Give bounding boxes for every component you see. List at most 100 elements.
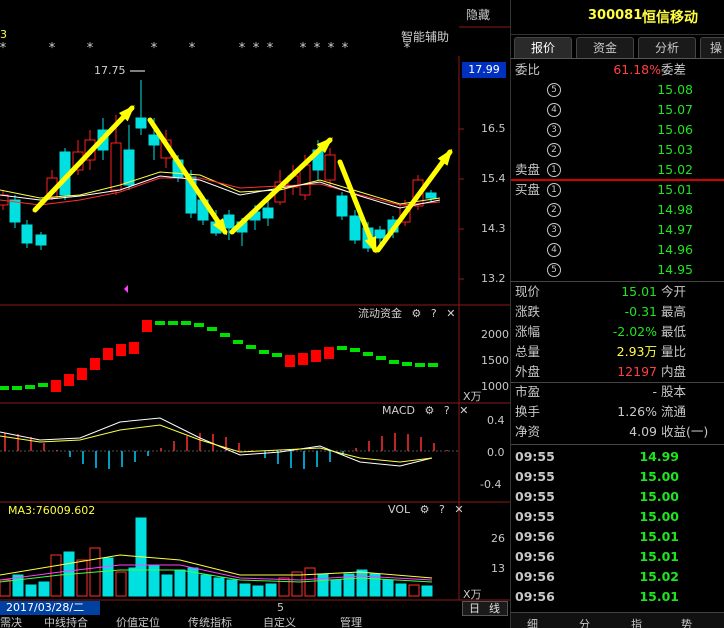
tab-detail[interactable]: 细 <box>527 616 538 628</box>
stat-row: 总量 2.93万 量比 <box>511 342 724 362</box>
candle-body <box>349 215 361 241</box>
buy-level-1-label: 买盘 <box>515 182 541 197</box>
fund-flow-bar <box>116 344 126 356</box>
volume-bar <box>0 579 11 597</box>
tab-quote[interactable]: 报价 <box>514 37 572 58</box>
divider <box>511 444 724 445</box>
fund-flow-header: 流动资金 ⚙ ? ✕ <box>358 305 455 321</box>
fund-flow-bar <box>246 345 256 349</box>
question-icon[interactable]: ? <box>431 307 437 320</box>
tab-traditional[interactable]: 传统指标 <box>188 617 244 628</box>
quote-tabs: 报价 资金 分析 操 <box>511 37 724 59</box>
tab-funds[interactable]: 资金 <box>576 37 634 58</box>
macd-header: MACD ⚙ ? ✕ <box>382 404 468 417</box>
candle-body <box>135 117 147 129</box>
buy-level-4[interactable]: 4 14.96 <box>511 240 724 260</box>
date-cursor-label: 2017/03/28/二 <box>0 601 100 615</box>
sell-level-4-level-icon: 4 <box>547 103 561 117</box>
fund-flow-bar <box>402 362 412 366</box>
fund-tick: 2000 <box>481 328 509 341</box>
tick-row: 09:56 15.02 <box>511 567 724 587</box>
event-asterisk: * <box>342 41 349 56</box>
sell-level-4[interactable]: 4 15.07 <box>511 100 724 120</box>
tick-price: 14.99 <box>639 449 679 464</box>
sell-level-3[interactable]: 3 15.06 <box>511 120 724 140</box>
buy-level-2[interactable]: 2 14.98 <box>511 200 724 220</box>
buy-level-2-price: 14.98 <box>657 202 693 217</box>
tab-needs[interactable]: 需决 <box>0 617 30 628</box>
tab-operate[interactable]: 操 <box>700 37 724 58</box>
tab-value[interactable]: 价值定位 <box>116 617 172 628</box>
gear-icon[interactable]: ⚙ <box>420 503 430 516</box>
sell-level-2[interactable]: 2 15.03 <box>511 140 724 160</box>
tick-price: 15.01 <box>639 529 679 544</box>
fund-flow-bar <box>337 346 347 350</box>
gear-icon[interactable]: ⚙ <box>412 307 422 320</box>
stat-row: 外盘 12197 内盘 <box>511 362 724 382</box>
fund-flow-bar <box>64 374 74 386</box>
tick-price: 15.00 <box>639 489 679 504</box>
volume-bar <box>382 579 394 597</box>
close-icon[interactable]: ✕ <box>446 307 455 320</box>
fund-flow-bar <box>103 348 113 360</box>
stat-label: 换手 <box>515 404 541 419</box>
close-icon[interactable]: ✕ <box>459 404 468 417</box>
chart-area[interactable]: * * * * * * * * * * * * * 3 隐藏 智能辅助 17.75 17.99 16.5… <box>0 0 510 628</box>
event-asterisk: * <box>189 41 196 56</box>
tab-custom[interactable]: 自定义 <box>263 617 309 628</box>
gear-icon[interactable]: ⚙ <box>424 404 434 417</box>
question-icon[interactable]: ? <box>444 404 450 417</box>
tab-minute[interactable]: 分 <box>579 616 590 628</box>
tab-index[interactable]: 指 <box>631 616 642 628</box>
fund-flow-bar <box>181 321 191 325</box>
fund-tick: 1000 <box>481 380 509 393</box>
stat-label: 涨跌 <box>515 304 541 319</box>
event-asterisk: * <box>267 41 274 56</box>
question-icon[interactable]: ? <box>439 503 445 516</box>
tab-manage[interactable]: 管理 <box>340 617 376 628</box>
smart-assist-button[interactable]: 智能辅助 <box>401 28 449 45</box>
hide-button[interactable]: 隐藏 <box>466 6 490 23</box>
sell-level-4-price: 15.07 <box>657 102 693 117</box>
tab-midline[interactable]: 中线持合 <box>44 617 100 628</box>
volume-bar <box>200 574 212 597</box>
close-icon[interactable]: ✕ <box>454 503 463 516</box>
fund-flow-bar <box>389 360 399 364</box>
sell-level-3-level-icon: 3 <box>547 123 561 137</box>
fund-flow-bar <box>311 350 321 362</box>
price-tick: 14.3 <box>481 222 506 235</box>
candle-body <box>110 142 122 191</box>
stat-right-label: 今开 <box>661 284 687 299</box>
buy-level-1[interactable]: 买盘 1 15.01 <box>511 180 724 200</box>
buy-level-5[interactable]: 5 14.95 <box>511 260 724 280</box>
fund-flow-bar <box>142 320 152 332</box>
candle-body <box>148 134 160 146</box>
tab-trend[interactable]: 势 <box>681 616 692 628</box>
event-asterisk: * <box>0 41 7 56</box>
tick-row: 09:55 15.00 <box>511 507 724 527</box>
fund-flow-bar <box>207 327 217 331</box>
tick-time: 09:55 <box>515 469 555 484</box>
weibi-value: 61.18% <box>613 62 661 77</box>
triangle-marker <box>124 285 128 293</box>
sell-level-1[interactable]: 卖盘 1 15.02 <box>511 160 724 180</box>
period-selector[interactable]: 日 线 <box>462 601 508 616</box>
high-price-marker: 17.75 <box>94 64 126 77</box>
fund-flow-bar <box>428 363 438 367</box>
event-asterisk: * <box>151 41 158 56</box>
sell-level-5[interactable]: 5 15.08 <box>511 80 724 100</box>
fund-flow-bar <box>363 352 373 356</box>
volume-bar <box>161 574 173 597</box>
volume-bar <box>265 583 277 597</box>
tick-time: 09:56 <box>515 569 555 584</box>
event-asterisk: * <box>253 41 260 56</box>
sell-level-1-label: 卖盘 <box>515 162 541 177</box>
stat-label: 市盈 <box>515 384 541 399</box>
page-number: 5 <box>277 601 284 614</box>
tab-analysis[interactable]: 分析 <box>638 37 696 58</box>
event-asterisk: * <box>49 41 56 56</box>
buy-level-3[interactable]: 3 14.97 <box>511 220 724 240</box>
weibi-diff-label: 委差 <box>661 62 687 77</box>
fund-flow-bar <box>233 340 243 344</box>
fund-flow-bar <box>12 386 22 390</box>
